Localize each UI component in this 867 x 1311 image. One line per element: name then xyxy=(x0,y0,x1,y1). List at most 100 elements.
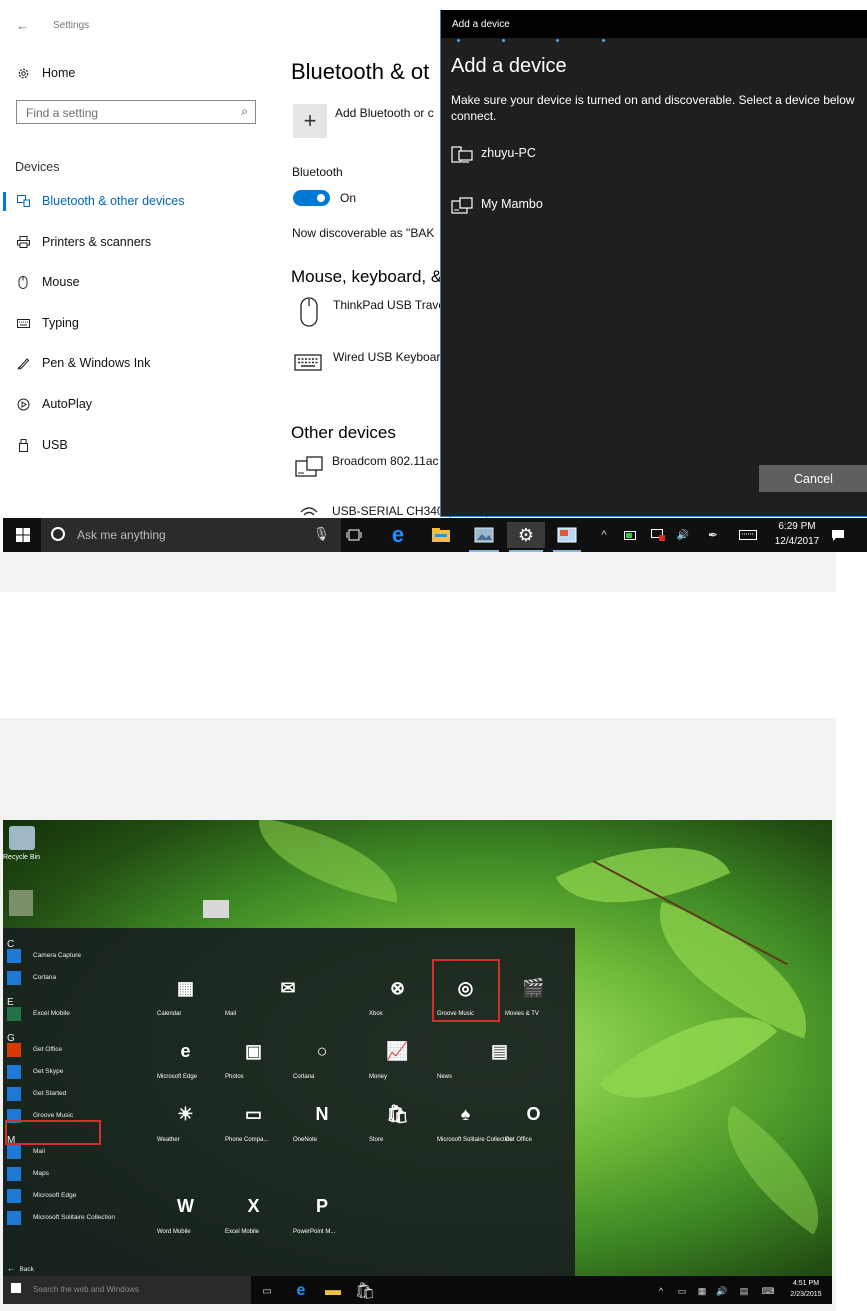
add-device-button[interactable]: + xyxy=(293,104,327,138)
tile-store[interactable]: 🛍 Store xyxy=(365,1086,430,1146)
settings-search-input[interactable]: Find a setting ⌕ xyxy=(16,100,256,124)
settings-app-icon[interactable]: ⚙ xyxy=(507,522,545,552)
nav-label: Pen & Windows Ink xyxy=(42,356,151,370)
photo-app-icon[interactable] xyxy=(467,522,501,552)
taskbar-search-box[interactable]: Search the web and Windows xyxy=(3,1276,251,1304)
dialog-heading: Add a device xyxy=(451,55,567,77)
windows-logo-icon[interactable] xyxy=(11,1283,21,1293)
nav-typing[interactable]: Typing xyxy=(16,311,79,335)
microphone-icon[interactable]: 🎙 xyxy=(313,526,330,542)
chevron-up-icon[interactable]: ^ xyxy=(598,522,610,548)
tile-excel-mobile[interactable]: X Excel Mobile xyxy=(221,1178,286,1238)
tile-weather[interactable]: ☀ Weather xyxy=(153,1086,218,1146)
pen-workspace-icon[interactable]: ✒ xyxy=(705,522,721,548)
keyboard-device-name[interactable]: Wired USB Keyboar xyxy=(333,350,440,364)
tile-movies-tv[interactable]: 🎬 Movies & TV xyxy=(501,960,566,1020)
edge-icon[interactable]: e xyxy=(385,522,411,548)
network-disconnected-icon[interactable] xyxy=(649,522,667,548)
task-view-icon[interactable] xyxy=(343,522,365,548)
tile-photos[interactable]: ▣ Photos xyxy=(221,1023,286,1083)
chart-up-icon: 📈 xyxy=(386,1041,409,1061)
device-name: zhuyu-PC xyxy=(481,146,536,160)
paint-app-icon[interactable] xyxy=(551,522,583,552)
groove-music-highlight xyxy=(5,1120,101,1145)
nav-bluetooth[interactable]: Bluetooth & other devices xyxy=(16,189,184,213)
clock-date[interactable]: 12/4/2017 xyxy=(769,536,825,547)
volume-icon[interactable]: 🔊 xyxy=(675,522,691,548)
tile-cortana[interactable]: ○ Cortana xyxy=(289,1023,355,1083)
store-icon[interactable]: 🛍 xyxy=(355,1278,375,1304)
start-button[interactable] xyxy=(9,522,37,548)
tile-money[interactable]: 📈 Money xyxy=(365,1023,430,1083)
app-label: Get Office xyxy=(33,1046,63,1053)
chevron-up-icon[interactable]: ^ xyxy=(655,1278,667,1304)
file-explorer-icon[interactable]: ▬ xyxy=(325,1278,341,1304)
tile-solitaire[interactable]: ♠ Microsoft Solitaire Collection xyxy=(433,1086,513,1146)
back-arrow-icon[interactable]: ← xyxy=(16,18,29,33)
task-view-icon[interactable]: ▭ xyxy=(259,1278,275,1304)
nav-label: AutoPlay xyxy=(42,397,93,411)
tile-calendar[interactable]: ▦ Calendar xyxy=(153,960,218,1020)
tile-phone-companion[interactable]: ▭ Phone Compa... xyxy=(221,1086,286,1146)
tile-get-office[interactable]: O Get Office xyxy=(501,1086,566,1146)
recycle-bin-icon[interactable] xyxy=(9,826,35,850)
settings-screenshot: ← Settings Home Find a setting ⌕ Devices… xyxy=(0,0,867,552)
device-item[interactable]: zhuyu-PC xyxy=(441,138,867,168)
add-device-label[interactable]: Add Bluetooth or c xyxy=(335,106,434,120)
tile-powerpoint-mobile[interactable]: P PowerPoint M... xyxy=(289,1178,355,1238)
touch-keyboard-icon[interactable] xyxy=(737,522,759,548)
volume-icon[interactable]: 🔊 xyxy=(715,1278,729,1304)
app-label: Get Started xyxy=(33,1090,67,1097)
nav-usb[interactable]: USB xyxy=(16,433,68,457)
nav-mouse[interactable]: Mouse xyxy=(16,270,80,294)
nav-autoplay[interactable]: AutoPlay xyxy=(16,392,92,416)
device-item[interactable]: My Mambo xyxy=(441,190,867,220)
windows-logo-icon xyxy=(16,528,30,542)
taskbar: Search the web and Windows ▭ e ▬ 🛍 ^ ▭ ▦… xyxy=(3,1276,832,1304)
cortana-icon xyxy=(51,527,65,541)
cortana-search-box[interactable]: Ask me anything 🎙 xyxy=(41,518,341,552)
cancel-button[interactable]: Cancel xyxy=(759,465,867,492)
tile-mail[interactable]: ✉ Mail xyxy=(221,960,355,1020)
app-label: Mail xyxy=(33,1148,45,1155)
nav-printers[interactable]: Printers & scanners xyxy=(16,230,151,254)
bluetooth-heading: Bluetooth xyxy=(292,165,343,179)
action-center-icon[interactable] xyxy=(829,522,847,548)
battery-icon[interactable] xyxy=(623,522,639,548)
nav-pen[interactable]: Pen & Windows Ink xyxy=(16,351,150,375)
desktop-file-icon[interactable] xyxy=(9,890,33,916)
tile-onenote[interactable]: N OneNote xyxy=(289,1086,355,1146)
computer-icon xyxy=(451,146,473,168)
clock-time[interactable]: 6:29 PM xyxy=(769,521,825,532)
app-label: Microsoft Solitaire Collection xyxy=(33,1214,116,1221)
excel-icon: X xyxy=(247,1196,260,1216)
app-icon xyxy=(7,949,21,963)
taskbar-search-placeholder: Ask me anything xyxy=(77,528,166,542)
xbox-icon: ⊗ xyxy=(389,978,406,998)
search-icon[interactable]: ⌕ xyxy=(241,104,248,119)
home-link[interactable]: Home xyxy=(16,61,75,85)
app-icon xyxy=(7,1211,21,1225)
keyboard-icon[interactable]: ⌨ xyxy=(759,1278,777,1304)
tile-news[interactable]: ▤ News xyxy=(433,1023,566,1083)
notification-icon[interactable]: ▤ xyxy=(737,1278,751,1304)
back-button[interactable]: ← Back xyxy=(7,1258,34,1276)
start-menu-screenshot: Recycle Bin C Camera Capture Cortana E Excel… xyxy=(3,820,832,1304)
app-icon xyxy=(7,1043,21,1057)
desktop-pc-icon[interactable] xyxy=(203,900,229,918)
tile-word-mobile[interactable]: W Word Mobile xyxy=(153,1178,218,1238)
mouse-device-name[interactable]: ThinkPad USB Trave xyxy=(333,298,445,312)
app-list: C Camera Capture Cortana E Excel Mobile G Get … xyxy=(3,934,148,1264)
bluetooth-toggle[interactable] xyxy=(293,190,330,206)
tile-microsoft-edge[interactable]: e Microsoft Edge xyxy=(153,1023,218,1083)
clock-time[interactable]: 4:51 PM xyxy=(783,1280,829,1287)
mail-icon: ✉ xyxy=(280,978,296,998)
tile-xbox[interactable]: ⊗ Xbox xyxy=(365,960,430,1020)
network-icon[interactable]: ▦ xyxy=(695,1278,709,1304)
app-icon xyxy=(7,1189,21,1203)
clock-date[interactable]: 2/23/2015 xyxy=(783,1291,829,1298)
battery-icon[interactable]: ▭ xyxy=(675,1278,689,1304)
edge-icon[interactable]: e xyxy=(293,1278,309,1304)
file-explorer-icon[interactable] xyxy=(428,522,454,548)
other-device-name[interactable]: Broadcom 802.11ac xyxy=(332,454,439,468)
